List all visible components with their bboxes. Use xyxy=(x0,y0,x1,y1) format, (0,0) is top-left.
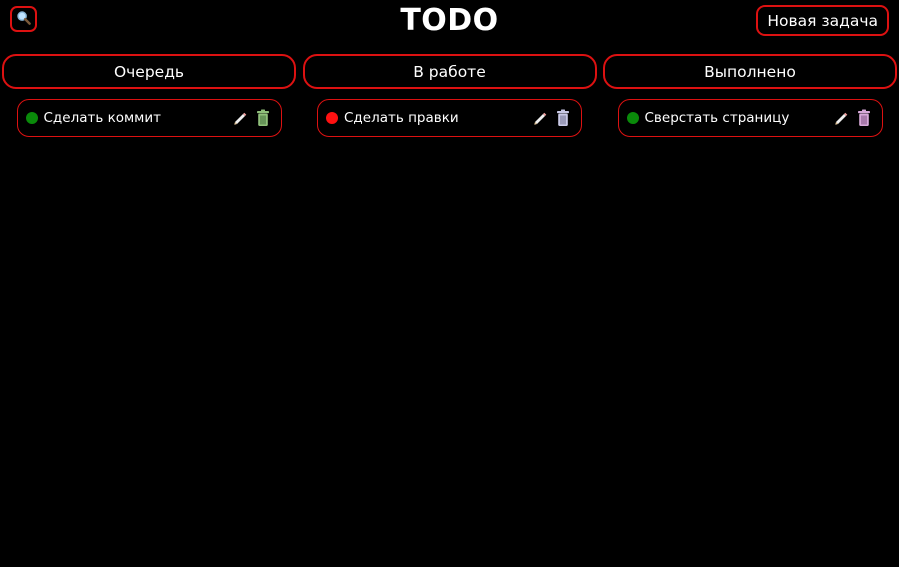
trash-icon[interactable] xyxy=(856,109,872,127)
task-card[interactable]: Сверстать страницу xyxy=(617,99,883,137)
task-actions xyxy=(532,109,571,127)
task-label: Сделать правки xyxy=(344,110,459,126)
todo-app: TODO Новая задача Очередь Сделать коммит xyxy=(0,0,899,567)
task-label: Сделать коммит xyxy=(43,110,162,126)
status-dot xyxy=(326,112,338,124)
task-card[interactable]: Сделать правки xyxy=(317,99,582,137)
edit-pencil-icon[interactable] xyxy=(532,109,548,127)
column-header-queue: Очередь xyxy=(2,54,296,89)
edit-pencil-icon[interactable] xyxy=(232,109,248,127)
column-in-progress: В работе Сделать правки xyxy=(302,54,597,137)
new-task-button[interactable]: Новая задача xyxy=(756,5,889,36)
column-queue: Очередь Сделать коммит xyxy=(2,54,296,137)
column-header-done: Выполнено xyxy=(603,54,897,89)
column-done: Выполнено Сверстать страницу xyxy=(603,54,897,137)
edit-pencil-icon[interactable] xyxy=(833,109,849,127)
trash-icon[interactable] xyxy=(255,109,271,127)
task-card[interactable]: Сделать коммит xyxy=(16,99,282,137)
status-dot xyxy=(25,112,38,124)
task-label: Сверстать страницу xyxy=(644,110,790,126)
column-header-in-progress: В работе xyxy=(302,54,597,89)
status-dot xyxy=(626,112,639,124)
board-columns: Очередь Сделать коммит В работе Сделать … xyxy=(2,54,897,137)
task-actions xyxy=(232,109,271,127)
task-actions xyxy=(833,109,872,127)
trash-icon[interactable] xyxy=(555,109,571,127)
